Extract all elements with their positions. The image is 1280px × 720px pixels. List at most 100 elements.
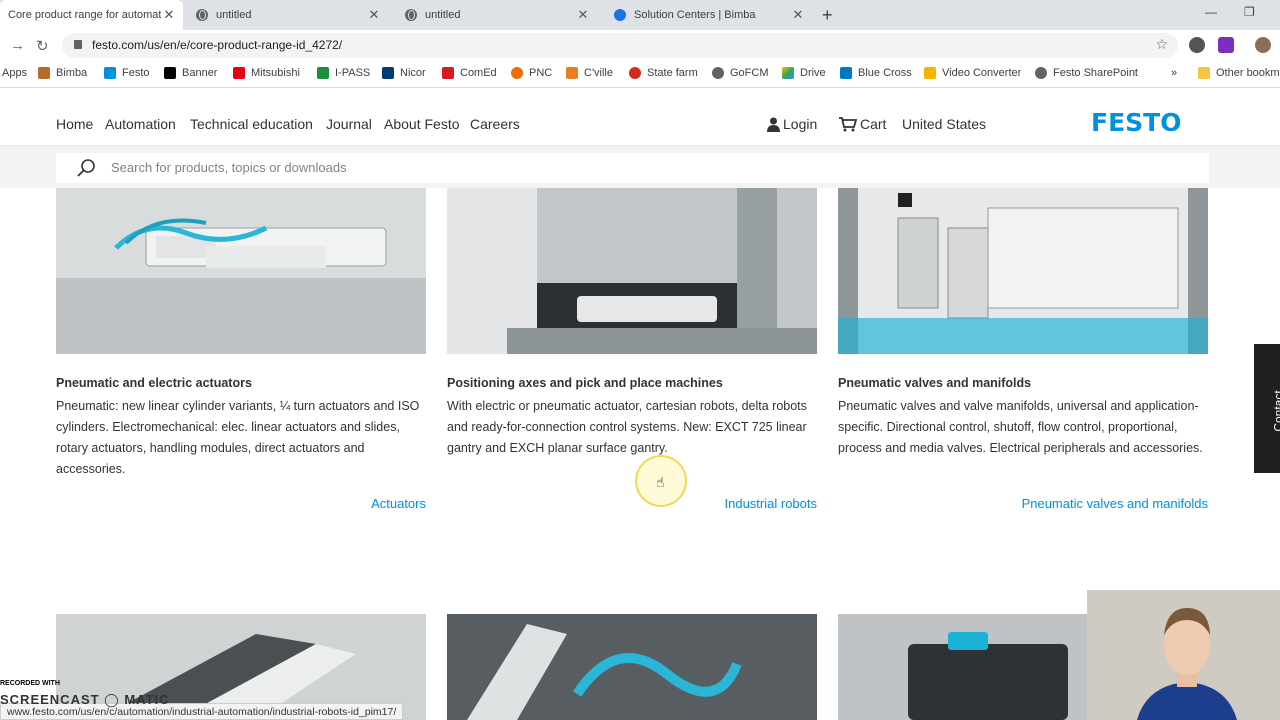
hand-cursor-icon: ☝ <box>656 474 665 490</box>
tab-close-icon[interactable]: ✕ <box>161 7 177 23</box>
contact-tab[interactable]: Contact <box>1254 344 1280 473</box>
login-label: Login <box>783 116 818 132</box>
globe-icon <box>712 67 724 79</box>
mitsubishi-icon <box>233 67 245 79</box>
nav-automation[interactable]: Automation <box>105 116 176 132</box>
cville-icon <box>566 67 578 79</box>
festo-icon <box>104 67 116 79</box>
globe-icon <box>405 9 417 21</box>
bookmark-label: Nicor <box>400 67 426 79</box>
maximize-icon[interactable]: ❐ <box>1244 5 1255 19</box>
actuators-image[interactable] <box>56 188 426 354</box>
tab-close-icon[interactable]: ✕ <box>366 7 382 23</box>
back-arrow-icon[interactable]: → <box>10 37 25 54</box>
card-description: With electric or pneumatic actuator, car… <box>447 399 807 455</box>
new-tab-button[interactable]: + <box>822 5 833 26</box>
globe-icon <box>196 9 208 21</box>
bookmark-label: Festo <box>122 67 150 79</box>
other-bookmarks[interactable]: Other bookm <box>1198 67 1280 79</box>
blue-cross-icon <box>840 67 852 79</box>
tab-close-icon[interactable]: ✕ <box>575 7 591 23</box>
bookmark-festo-sharepoint[interactable]: Festo SharePoint <box>1035 67 1138 79</box>
minimize-icon[interactable]: — <box>1205 5 1217 19</box>
bookmark-state-farm[interactable]: State farm <box>629 67 698 79</box>
bookmark-label: PNC <box>529 67 553 79</box>
url-field[interactable]: festo.com/us/en/e/core-product-range-id_… <box>62 33 1178 58</box>
bookmark-bimba[interactable]: Bimba <box>38 67 87 79</box>
bookmarks-overflow-button[interactable]: » <box>1171 67 1177 79</box>
bookmark-cville[interactable]: C'ville <box>566 67 613 79</box>
bookmark-gofcm[interactable]: GoFCM <box>712 67 769 79</box>
search-input[interactable]: Search for products, topics or downloads <box>56 153 1209 183</box>
bookmark-label: Apps <box>2 67 28 79</box>
tab-close-icon[interactable]: ✕ <box>790 7 806 23</box>
valve-terminal-picture <box>838 188 1208 354</box>
card-image[interactable] <box>447 614 817 720</box>
recorded-with-label: RECORDED WITH <box>0 680 60 687</box>
tab-solution-centers[interactable]: Solution Centers | Bimba ✕ <box>606 0 812 30</box>
reload-icon[interactable]: ↻ <box>36 37 49 55</box>
cart-link[interactable]: Cart <box>839 116 886 132</box>
search-strip: Search for products, topics or downloads <box>0 146 1280 188</box>
contact-label: Contact <box>1271 390 1280 432</box>
valves-link[interactable]: Pneumatic valves and manifolds <box>838 496 1208 511</box>
folder-icon <box>1198 67 1210 79</box>
nav-journal[interactable]: Journal <box>326 116 372 132</box>
bookmark-blue-cross[interactable]: Blue Cross <box>840 67 912 79</box>
bookmark-video-converter[interactable]: Video Converter <box>924 67 1021 79</box>
bookmark-label: Mitsubishi <box>251 67 300 79</box>
nav-home[interactable]: Home <box>56 116 93 132</box>
gantry-picture <box>447 188 817 354</box>
bookmark-ipass[interactable]: I-PASS <box>317 67 370 79</box>
screencast-watermark: SCREENCAST ◯ MATIC <box>0 692 170 707</box>
region-selector[interactable]: United States <box>902 116 986 132</box>
valves-image[interactable] <box>838 188 1208 354</box>
bookmark-label: GoFCM <box>730 67 769 79</box>
bookmark-label: Video Converter <box>942 67 1022 79</box>
url-text: festo.com/us/en/e/core-product-range-id_… <box>92 38 343 52</box>
bookmark-comed[interactable]: ComEd <box>442 67 497 79</box>
tab-title: untitled <box>425 9 461 21</box>
banner-icon <box>164 67 176 79</box>
bookmark-label: C'ville <box>584 67 613 79</box>
cart-icon <box>839 116 857 131</box>
card-description: Pneumatic: new linear cylinder variants,… <box>56 399 420 476</box>
site-header: Home Automation Technical education Jour… <box>0 88 1280 146</box>
tab-core-product-range[interactable]: Core product range for automati ✕ <box>0 0 183 30</box>
bookmark-banner[interactable]: Banner <box>164 67 217 79</box>
search-icon <box>77 159 95 177</box>
bookmark-festo[interactable]: Festo <box>104 67 150 79</box>
bookmark-label: Festo SharePoint <box>1053 67 1138 79</box>
ipass-icon <box>317 67 329 79</box>
bookmark-apps[interactable]: Apps <box>2 67 27 79</box>
comed-icon <box>442 67 454 79</box>
bookmark-label: Blue Cross <box>858 67 912 79</box>
festo-logo[interactable]: FESTO <box>1091 108 1181 137</box>
bookmark-label: ComEd <box>460 67 497 79</box>
nicor-icon <box>382 67 394 79</box>
star-icon[interactable]: ☆ <box>1155 36 1168 53</box>
industrial-robots-link[interactable]: Industrial robots <box>447 496 818 511</box>
tab-untitled-2[interactable]: untitled ✕ <box>397 0 597 30</box>
bookmark-drive[interactable]: Drive <box>782 67 826 79</box>
actuator-picture <box>56 188 426 354</box>
bookmark-mitsubishi[interactable]: Mitsubishi <box>233 67 300 79</box>
bookmark-nicor[interactable]: Nicor <box>382 67 426 79</box>
nav-about-festo[interactable]: About Festo <box>384 116 460 132</box>
avatar[interactable] <box>1255 37 1271 53</box>
lock-icon <box>74 40 82 49</box>
globe-icon <box>1035 67 1047 79</box>
card-description: Pneumatic valves and valve manifolds, un… <box>838 399 1203 455</box>
nav-technical-education[interactable]: Technical education <box>190 116 313 132</box>
extension-icon[interactable] <box>1218 37 1234 53</box>
login-link[interactable]: Login <box>767 116 817 132</box>
bookmark-pnc[interactable]: PNC <box>511 67 552 79</box>
tab-untitled-1[interactable]: untitled ✕ <box>188 0 388 30</box>
nav-careers[interactable]: Careers <box>470 116 520 132</box>
actuators-link[interactable]: Actuators <box>56 496 426 511</box>
extension-icon[interactable] <box>1189 37 1205 53</box>
bimba-icon <box>38 67 50 79</box>
browser-tab-bar: Core product range for automati ✕ untitl… <box>0 0 1280 30</box>
robots-image[interactable] <box>447 188 817 354</box>
card-title: Positioning axes and pick and place mach… <box>447 376 723 390</box>
